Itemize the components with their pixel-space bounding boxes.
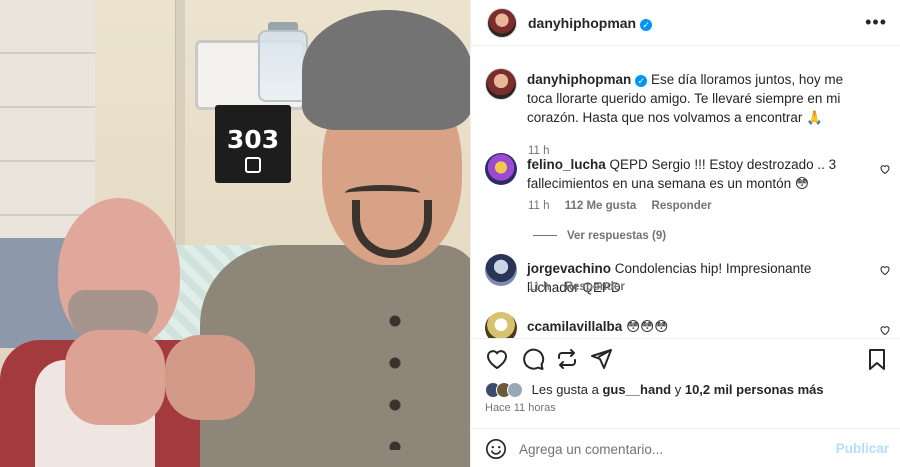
- comment-input[interactable]: [519, 437, 829, 461]
- commenter-avatar[interactable]: [485, 153, 517, 185]
- likes-prefix: Les gusta a: [531, 382, 599, 398]
- post-time-ago[interactable]: Hace 11 horas: [485, 402, 556, 414]
- repost-icon[interactable]: [555, 347, 579, 371]
- action-bar: [471, 338, 900, 378]
- post-header: danyhiphopman ✓ •••: [471, 0, 900, 46]
- emoji-icon[interactable]: [485, 438, 507, 460]
- commenter-avatar[interactable]: [485, 254, 517, 286]
- comment-text: 😳😳😳: [626, 319, 669, 334]
- reply-button[interactable]: Responder: [565, 281, 625, 293]
- accessibility-icon: [245, 157, 261, 173]
- comment-item: jorgevachino Condolencias hip! Impresion…: [471, 254, 900, 314]
- publish-button[interactable]: Publicar: [836, 441, 889, 456]
- oxygen-bottle: [258, 30, 308, 102]
- caption-username[interactable]: danyhiphopman: [527, 72, 631, 87]
- like-comment-heart-icon[interactable]: [879, 324, 891, 336]
- visitor-beanie: [302, 10, 470, 130]
- comment-text-block: felino_lucha QEPD Sergio !!! Estoy destr…: [527, 155, 862, 193]
- liker-avatar: [507, 381, 523, 398]
- commenter-username[interactable]: ccamilavillalba: [527, 319, 622, 334]
- view-replies-button[interactable]: Ver respuestas (9): [533, 230, 666, 242]
- caption-text-block: danyhiphopman ✓ Ese día lloramos juntos, …: [527, 70, 862, 127]
- comment-time: 11 h: [528, 281, 550, 293]
- view-replies-label[interactable]: Ver respuestas (9): [567, 230, 666, 242]
- comment-meta: 11 h Responder: [528, 281, 637, 293]
- commenter-username[interactable]: jorgevachino: [527, 261, 611, 276]
- room-number: 303: [226, 125, 280, 154]
- caption-avatar[interactable]: [485, 68, 517, 100]
- comments-list[interactable]: danyhiphopman ✓ Ese día lloramos juntos, …: [471, 46, 900, 338]
- like-heart-icon[interactable]: [485, 347, 509, 371]
- author-username-text[interactable]: danyhiphopman: [528, 15, 636, 31]
- likes-connector: y: [674, 382, 682, 398]
- comment-likes[interactable]: 112 Me gusta: [565, 200, 637, 212]
- author-username-header[interactable]: danyhiphopman ✓: [528, 15, 653, 31]
- more-options-icon[interactable]: •••: [865, 12, 887, 33]
- liker-username[interactable]: gus__hand: [602, 382, 671, 397]
- like-comment-heart-icon[interactable]: [879, 264, 891, 276]
- replies-line: [533, 235, 557, 237]
- comment-text-block: ccamilavillalba 😳😳😳: [527, 317, 862, 336]
- patient-fist: [65, 330, 165, 425]
- comment-time: 11 h: [528, 200, 550, 212]
- likes-count[interactable]: 10,2 mil personas más: [685, 382, 824, 397]
- share-send-icon[interactable]: [589, 347, 613, 371]
- verified-badge-icon: ✓: [635, 75, 648, 87]
- reply-button[interactable]: Responder: [652, 200, 712, 212]
- room-number-sign: 303: [215, 105, 291, 183]
- commenter-username[interactable]: felino_lucha: [527, 157, 606, 172]
- like-comment-heart-icon[interactable]: [879, 163, 891, 175]
- likes-summary[interactable]: Les gusta a gus__hand y 10,2 mil persona…: [485, 381, 824, 401]
- comment-bubble-icon[interactable]: [521, 347, 545, 371]
- author-avatar[interactable]: [487, 8, 517, 38]
- visitor-fist: [165, 335, 255, 420]
- post-caption: danyhiphopman ✓ Ese día lloramos juntos, …: [471, 68, 900, 157]
- verified-badge-icon: ✓: [640, 19, 653, 31]
- add-comment-bar: Publicar: [471, 428, 900, 467]
- post-photo[interactable]: 303: [0, 0, 470, 467]
- comment-meta: 11 h 112 Me gusta Responder: [528, 200, 724, 212]
- comment-item: ccamilavillalba 😳😳😳: [471, 312, 900, 338]
- post-panel: danyhiphopman ✓ ••• danyhiphopman ✓ Ese dí…: [470, 0, 900, 467]
- visitor-mustache: [345, 185, 420, 201]
- jacket-buttons: [388, 300, 402, 450]
- commenter-avatar[interactable]: [485, 312, 517, 338]
- save-bookmark-icon[interactable]: [865, 347, 889, 371]
